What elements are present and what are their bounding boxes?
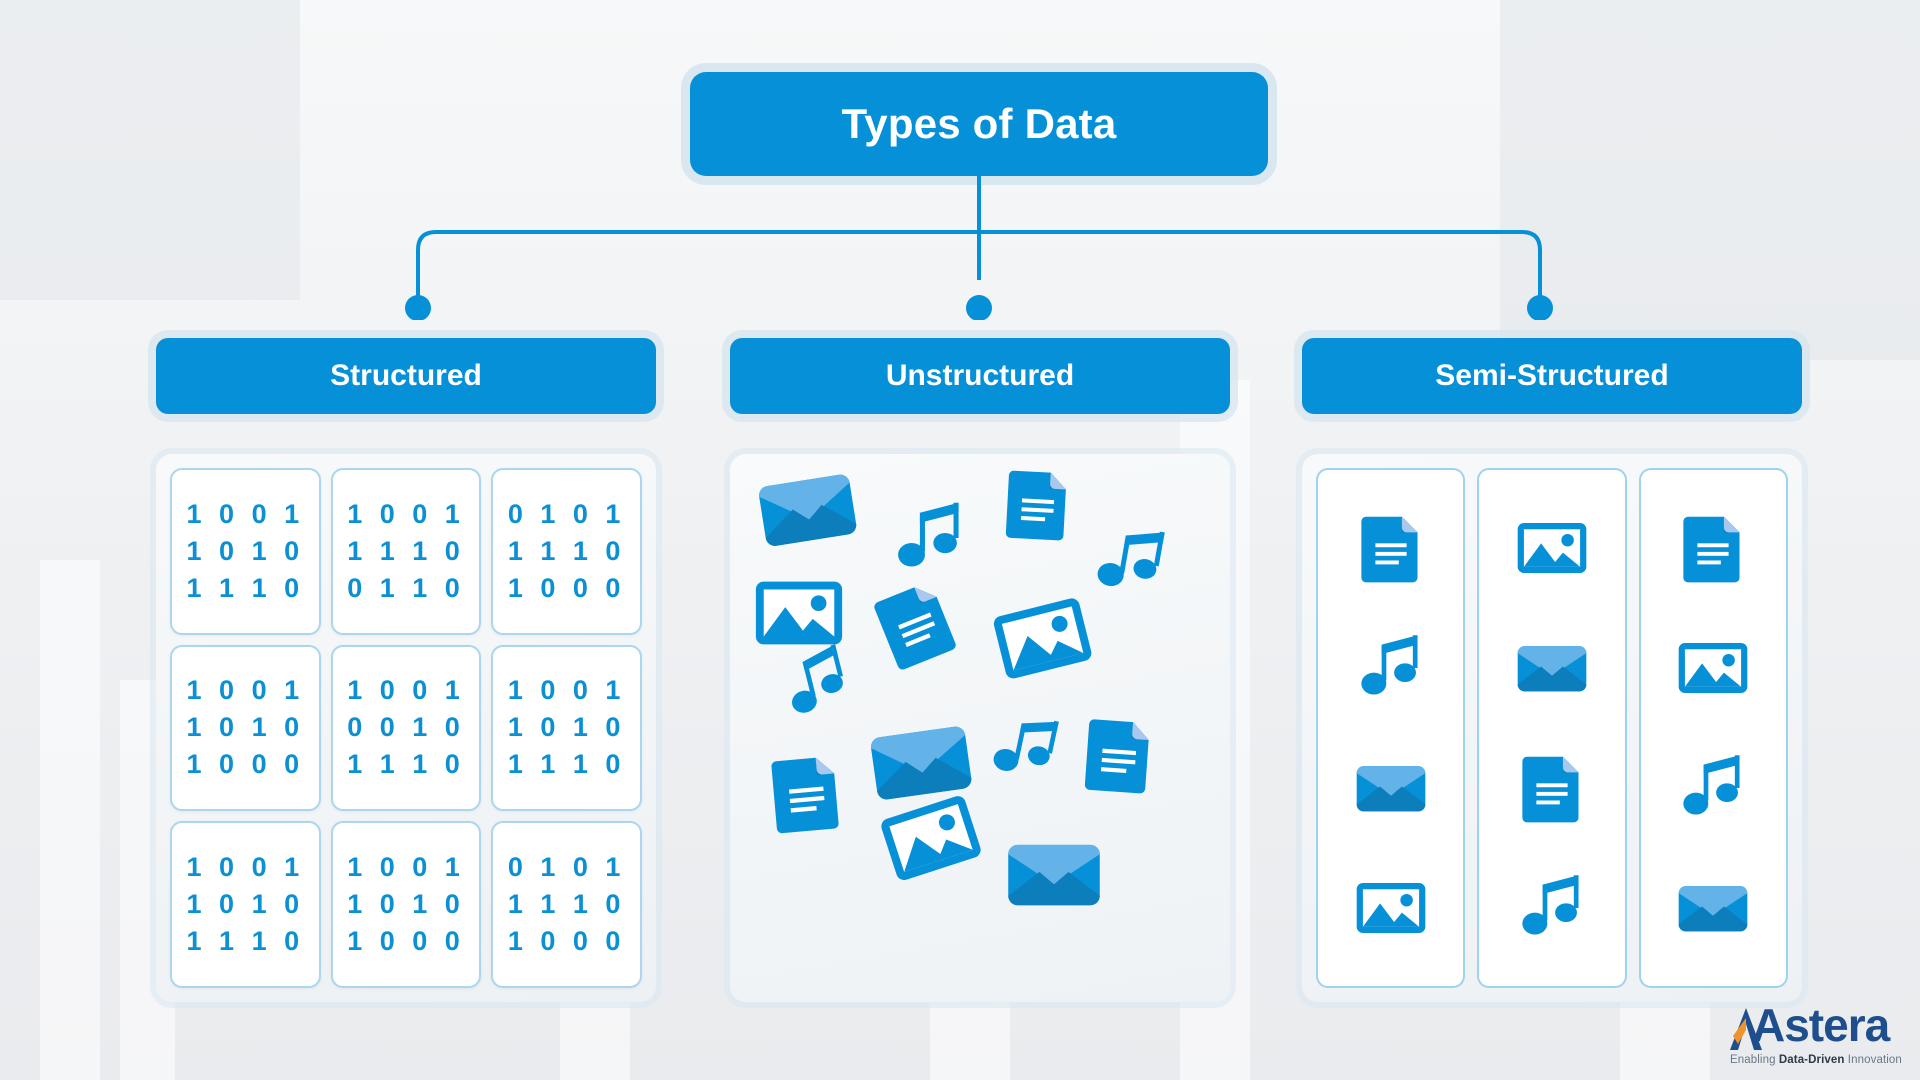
binary-row: 1 0 0 1: [347, 852, 465, 883]
document-icon: [771, 757, 839, 834]
binary-row: 1 0 0 1: [507, 675, 626, 706]
binary-row: 1 0 0 0: [507, 926, 626, 957]
tagline-prefix: Enabling: [1730, 1054, 1779, 1066]
document-icon: [1683, 516, 1740, 583]
binary-cell: 1 0 0 1 1 0 1 0 1 1 1 0: [170, 468, 321, 635]
binary-row: 1 0 0 1: [347, 498, 465, 529]
semi-structured-column: [1638, 468, 1788, 988]
astera-tagline: Enabling Data-Driven Innovation: [1730, 1054, 1902, 1066]
branch-unstructured: Unstructured: [730, 338, 1230, 1002]
binary-row: 1 1 1 0: [186, 572, 305, 603]
connector-lines: [405, 170, 1553, 320]
music-icon: [1522, 875, 1579, 935]
unstructured-icon-scatter: [730, 454, 1230, 1002]
binary-row: 1 1 1 0: [507, 749, 626, 780]
envelope-icon: [1678, 886, 1748, 932]
binary-row: 1 0 0 0: [186, 749, 305, 780]
binary-row: 1 0 1 0: [186, 889, 305, 920]
binary-row: 0 1 1 0: [347, 572, 465, 603]
root-node-types-of-data[interactable]: Types of Data: [690, 72, 1268, 176]
binary-cell: 1 0 0 1 1 0 1 0 1 0 0 0: [170, 644, 321, 812]
binary-row: 1 0 1 0: [186, 535, 305, 566]
binary-row: 1 0 0 1: [186, 498, 305, 529]
binary-row: 1 0 0 1: [347, 675, 465, 706]
diagram-canvas: Types of Data Structured 1 0 0 11 0 1 01…: [0, 0, 1920, 1080]
envelope-icon: [1356, 766, 1425, 812]
document-icon: [1361, 516, 1418, 583]
binary-row: 1 0 1 0: [186, 712, 305, 743]
binary-row: 1 0 0 0: [347, 926, 465, 957]
semi-structured-columns: [1302, 454, 1802, 1002]
binary-row: 1 0 0 1: [186, 852, 305, 883]
binary-row: 1 1 1 0: [507, 889, 626, 920]
astera-wordmark: Astera: [1752, 999, 1890, 1051]
binary-row: 1 0 0 0: [507, 572, 626, 603]
binary-row: 1 0 1 0: [507, 712, 626, 743]
image-icon: [1517, 523, 1587, 573]
binary-row: 0 1 0 1: [507, 852, 626, 883]
envelope-icon: [1008, 844, 1100, 906]
document-icon: [874, 587, 956, 670]
binary-cell: 1 0 0 1 1 0 1 0 1 1 1 0: [170, 821, 321, 988]
binary-cell: 0 1 0 1 1 1 1 0 1 0 0 0: [491, 821, 642, 988]
music-icon: [1683, 755, 1740, 815]
branch-semi-structured: Semi-Structured: [1302, 338, 1802, 1002]
image-icon: [1356, 883, 1425, 933]
page-title: Types of Data: [841, 100, 1117, 147]
music-icon: [792, 644, 844, 713]
connector-dot-unstructured: [966, 295, 992, 320]
music-icon: [898, 502, 959, 567]
binary-row: 1 1 1 0: [347, 535, 465, 566]
semi-structured-panel: [1302, 454, 1802, 1002]
image-icon: [993, 598, 1092, 679]
binary-cell: 1 0 0 1 0 0 1 0 1 1 1 0: [330, 644, 482, 812]
music-icon: [993, 720, 1059, 771]
tagline-bold: Data-Driven: [1778, 1054, 1845, 1066]
binary-cell: 1 0 0 1 1 1 1 0 0 1 1 0: [330, 468, 482, 635]
branch-label-unstructured: Unstructured: [885, 359, 1075, 392]
binary-cell: 1 0 0 1 1 0 1 0 1 1 1 0: [491, 644, 642, 812]
semi-structured-column: [1316, 468, 1466, 988]
binary-row: 0 1 0 1: [507, 498, 626, 529]
structured-panel: 1 0 0 1 1 0 1 0 1 1 1 0 1 0 0 1 1 1 1 0 0 1 1…: [156, 454, 656, 1002]
branch-header-semi-structured[interactable]: Semi-Structured: [1302, 338, 1802, 414]
branch-header-unstructured[interactable]: Unstructured: [730, 338, 1230, 414]
binary-row: 1 1 1 0: [507, 535, 626, 566]
binary-grid: 1 0 0 1 1 0 1 0 1 1 1 0 1 0 0 1 1 1 1 0 0 1 1…: [156, 454, 656, 1002]
binary-row: 1 0 0 1: [186, 675, 305, 706]
astera-logo[interactable]: Astera Enabling Data-Driven Innovation: [1730, 1002, 1910, 1074]
branch-header-structured[interactable]: Structured: [156, 338, 656, 414]
document-icon: [1005, 470, 1066, 541]
music-icon: [1097, 531, 1165, 587]
binary-row: 1 1 1 0: [347, 749, 465, 780]
branch-label-semi-structured: Semi-Structured: [1435, 359, 1669, 392]
binary-row: 1 0 1 0: [347, 889, 465, 920]
document-icon: [1522, 756, 1579, 823]
binary-cell: 1 0 0 1 1 0 1 0 1 0 0 0: [330, 821, 482, 988]
branch-label-structured: Structured: [330, 359, 482, 392]
unstructured-panel: [730, 454, 1230, 1002]
tagline-suffix: Innovation: [1844, 1054, 1902, 1066]
binary-cell: 0 1 0 1 1 1 1 0 1 0 0 0: [491, 468, 642, 635]
semi-structured-column: [1477, 468, 1627, 988]
document-icon: [1084, 719, 1149, 794]
connector-dot-semi-structured: [1527, 295, 1553, 320]
envelope-icon: [759, 474, 857, 546]
connector-dot-structured: [405, 295, 431, 320]
image-icon: [1678, 643, 1748, 693]
envelope-icon: [1517, 646, 1587, 692]
branch-structured: Structured 1 0 0 11 0 1 01 1 1 01 0 0 11…: [156, 338, 656, 1002]
binary-row: 1 1 1 0: [186, 926, 305, 957]
binary-row: 0 0 1 0: [347, 712, 465, 743]
music-icon: [1361, 635, 1418, 695]
